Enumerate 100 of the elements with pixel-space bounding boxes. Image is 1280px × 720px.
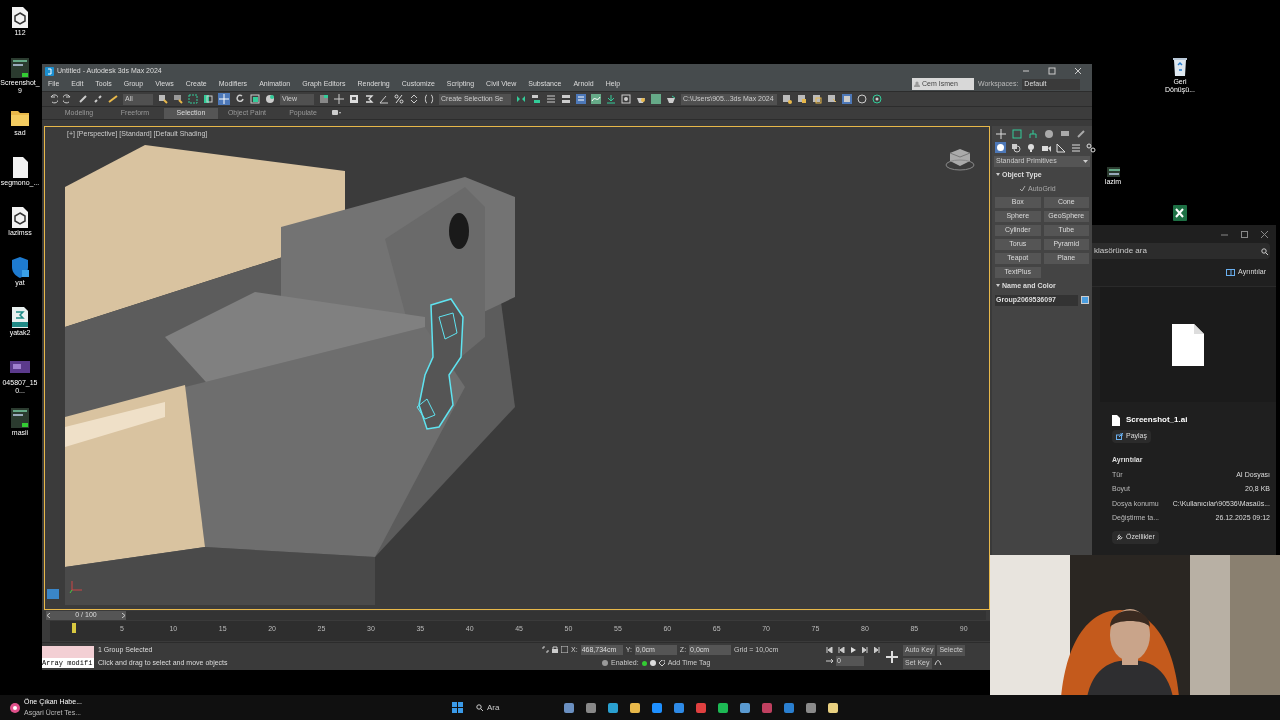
app-icon[interactable] — [673, 701, 685, 714]
close-icon[interactable] — [1074, 67, 1082, 75]
start-button[interactable] — [452, 702, 463, 713]
scale-icon[interactable] — [250, 94, 260, 104]
search-field[interactable]: klasöründe ara — [1092, 243, 1270, 259]
minimize-icon[interactable] — [1022, 67, 1030, 75]
image-thumbnail-icon[interactable] — [1106, 165, 1120, 177]
save-icon[interactable] — [797, 94, 807, 104]
axis-gizmo-icon — [69, 579, 83, 593]
search-icon — [1261, 247, 1268, 255]
file-icon — [1112, 414, 1120, 426]
app-icon[interactable] — [739, 701, 751, 714]
file-icon[interactable] — [10, 306, 30, 328]
shield-icon[interactable] — [10, 256, 30, 278]
angle-snap-icon[interactable] — [379, 94, 389, 104]
collapse-caret-icon[interactable] — [996, 173, 1000, 178]
space-warp-icon[interactable] — [1071, 142, 1081, 153]
layer-explorer-icon[interactable] — [561, 94, 571, 104]
add-keys-icon[interactable] — [885, 649, 899, 664]
absolute-mode-icon[interactable] — [561, 646, 568, 654]
spreadsheet-file-icon[interactable] — [1172, 204, 1188, 222]
sync-icon[interactable] — [872, 94, 882, 104]
hierarchy-panel-icon[interactable] — [1028, 129, 1038, 139]
object-color-swatch[interactable] — [1081, 296, 1089, 304]
align-icon[interactable] — [531, 94, 541, 104]
previous-frame-icon[interactable] — [838, 647, 845, 653]
bind-icon[interactable] — [108, 94, 118, 104]
maximize-icon[interactable] — [1241, 230, 1248, 238]
next-frame-icon[interactable] — [862, 647, 869, 653]
play-icon[interactable] — [850, 647, 857, 653]
archive-icon[interactable] — [812, 94, 822, 104]
modify-panel-icon[interactable] — [1012, 129, 1022, 139]
rotate-icon[interactable] — [235, 94, 245, 104]
go-to-end-icon[interactable] — [874, 647, 881, 653]
app-icon[interactable] — [827, 701, 839, 714]
spinner-snap-icon[interactable] — [409, 94, 419, 104]
display-panel-icon[interactable] — [1060, 129, 1070, 139]
key-filters-icon[interactable] — [933, 657, 942, 666]
app-icon[interactable] — [563, 701, 575, 714]
utilities-panel-icon[interactable] — [1076, 129, 1086, 139]
systems-icon[interactable] — [1086, 142, 1096, 153]
ribbon-toggle-icon[interactable] — [576, 94, 586, 104]
key-mode-icon[interactable] — [826, 658, 833, 664]
create-panel-icon[interactable] — [996, 129, 1006, 139]
schematic-icon[interactable] — [606, 94, 616, 104]
undo-icon[interactable] — [48, 94, 58, 104]
unlink-icon[interactable] — [93, 94, 103, 104]
close-icon[interactable] — [1261, 230, 1268, 238]
mirror-icon[interactable] — [516, 94, 526, 104]
file-name: Screenshot_1.ai — [1126, 414, 1188, 426]
lock-icon[interactable] — [552, 646, 558, 654]
percent-snap-icon[interactable] — [394, 94, 404, 104]
app-icon[interactable] — [805, 701, 817, 714]
viewport-layout-icon[interactable] — [842, 94, 852, 104]
image-thumbnail-icon[interactable] — [10, 406, 30, 428]
move-tool-icon[interactable] — [218, 93, 230, 105]
file-cube-icon[interactable] — [10, 206, 30, 228]
link-icon[interactable] — [78, 94, 88, 104]
material-editor-icon[interactable] — [621, 94, 631, 104]
time-marker-icon[interactable] — [72, 623, 76, 633]
app-icon[interactable] — [651, 701, 663, 714]
ribbon-options-icon[interactable] — [332, 110, 342, 116]
redo-icon[interactable] — [63, 94, 73, 104]
file-icon[interactable] — [10, 156, 30, 178]
shapes-icon[interactable] — [1011, 142, 1021, 153]
isolate-icon[interactable] — [542, 646, 549, 654]
user-icon — [914, 81, 920, 87]
select-object-icon[interactable] — [158, 94, 168, 104]
light-icon[interactable] — [1026, 142, 1036, 153]
render-icon[interactable] — [666, 94, 676, 104]
window-crossing-icon[interactable] — [203, 94, 213, 104]
taskbar-search[interactable]: Ara — [473, 700, 553, 715]
geometry-icon[interactable] — [995, 142, 1006, 153]
crosshair-icon[interactable] — [334, 94, 344, 104]
open-icon[interactable] — [782, 94, 792, 104]
share-icon — [1116, 433, 1123, 440]
helper-icon[interactable] — [1056, 142, 1066, 153]
named-selection-icon[interactable] — [424, 94, 434, 104]
select-by-name-icon[interactable] — [173, 94, 183, 104]
adaptive-degradation-icon[interactable] — [602, 660, 608, 667]
scene-explorer-icon[interactable] — [546, 94, 556, 104]
maximize-icon[interactable] — [1048, 67, 1056, 75]
collapse-caret-icon[interactable] — [996, 284, 1000, 289]
app-icon[interactable] — [585, 701, 597, 714]
region-select-icon[interactable] — [188, 94, 198, 104]
info-icon[interactable] — [649, 660, 656, 667]
app-icon[interactable] — [629, 701, 641, 714]
go-to-start-icon[interactable] — [826, 647, 833, 653]
export-icon[interactable] — [827, 94, 837, 104]
app-icon[interactable] — [607, 701, 619, 714]
file-cube-icon[interactable] — [10, 6, 30, 28]
placement-icon[interactable] — [265, 94, 275, 104]
keyboard-shortcut-icon[interactable] — [349, 94, 359, 104]
app-icon[interactable] — [717, 701, 729, 714]
motion-panel-icon[interactable] — [1044, 129, 1054, 139]
image-thumbnail-icon[interactable] — [10, 56, 30, 78]
recycle-bin-icon[interactable] — [1170, 55, 1190, 77]
snap-toggle-icon[interactable] — [364, 94, 374, 104]
pivot-icon[interactable] — [319, 94, 329, 104]
news-icon — [10, 702, 20, 713]
